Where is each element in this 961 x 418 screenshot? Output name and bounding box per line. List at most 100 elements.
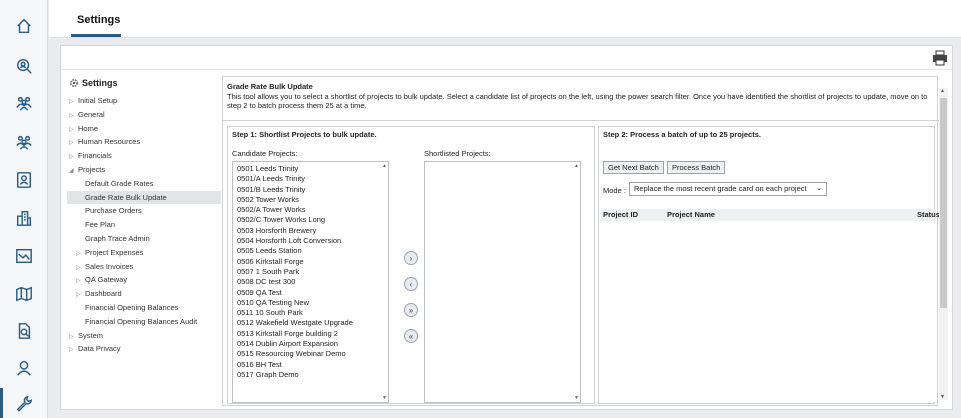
home-icon[interactable] bbox=[14, 16, 34, 36]
tree-item-human-resources[interactable]: ▷ Human Resources bbox=[69, 135, 140, 148]
list-item[interactable]: 0516 BH Test bbox=[233, 360, 388, 370]
tree-item-label: Financial Opening Balances Audit bbox=[85, 316, 198, 326]
scroll-up-icon[interactable]: ▲ bbox=[382, 163, 387, 169]
list-item[interactable]: 0502/A Tower Works bbox=[233, 205, 388, 215]
scroll-down-icon[interactable]: ▼ bbox=[940, 394, 945, 400]
scroll-up-icon[interactable]: ▲ bbox=[574, 163, 579, 169]
tree-item-default-grade-rates[interactable]: Default Grade Rates bbox=[85, 177, 153, 190]
tree-item-graph-trace-admin[interactable]: Graph Trace Admin bbox=[85, 232, 150, 245]
tree-item-general[interactable]: ▷ General bbox=[69, 108, 105, 121]
list-item[interactable]: 0515 Resourcing Webinar Demo bbox=[233, 349, 388, 359]
list-item[interactable]: 0501/A Leeds Trinity bbox=[233, 174, 388, 184]
list-item[interactable]: 0508 DC test 300 bbox=[233, 277, 388, 287]
tree-item-financials[interactable]: ▷ Financials bbox=[69, 149, 112, 162]
list-item[interactable]: 0513 Kirkstall Forge building 2 bbox=[233, 329, 388, 339]
tree-item-fee-plan[interactable]: Fee Plan bbox=[85, 218, 115, 231]
tree-item-label: Human Resources bbox=[78, 137, 141, 147]
tree-item-projects[interactable]: ◢ Projects bbox=[69, 163, 105, 176]
mode-label: Mode : bbox=[603, 186, 626, 195]
tree-item-sales-invoices[interactable]: ▷ Sales Invoices bbox=[76, 260, 133, 273]
list-item[interactable]: 0502/C Tower Works Long bbox=[233, 215, 388, 225]
list-item[interactable]: 0512 Wakefield Westgate Upgrade bbox=[233, 318, 388, 328]
tree-item-label: Financials bbox=[78, 151, 112, 161]
wrench-icon[interactable] bbox=[14, 394, 34, 414]
column-project-id[interactable]: Project ID bbox=[603, 209, 638, 221]
team-icon[interactable] bbox=[14, 93, 34, 113]
list-item[interactable]: 0505 Leeds Station bbox=[233, 246, 388, 256]
move-all-left-button[interactable]: « bbox=[404, 329, 418, 343]
scroll-up-icon[interactable]: ▲ bbox=[940, 88, 945, 94]
tab-settings[interactable]: Settings bbox=[77, 14, 120, 26]
move-all-right-button[interactable]: » bbox=[404, 303, 418, 317]
scrollbar-thumb[interactable] bbox=[940, 98, 947, 308]
tree-item-initial-setup[interactable]: ▷ Initial Setup bbox=[69, 94, 117, 107]
tree-item-label: Initial Setup bbox=[78, 96, 118, 105]
chart-icon[interactable] bbox=[14, 246, 34, 266]
search-people-icon[interactable] bbox=[14, 56, 34, 76]
batch-grid-body bbox=[601, 222, 936, 402]
contact-card-icon[interactable] bbox=[14, 170, 34, 190]
column-project-name[interactable]: Project Name bbox=[667, 209, 715, 221]
scroll-down-icon[interactable]: ▼ bbox=[574, 395, 579, 401]
tree-item-label: Data Privacy bbox=[78, 344, 121, 354]
tree-item-label: Graph Trace Admin bbox=[85, 234, 150, 243]
process-batch-button[interactable]: Process Batch bbox=[667, 161, 726, 174]
active-tab-underline bbox=[71, 34, 121, 37]
mode-select[interactable]: Replace the most recent grade card on ea… bbox=[629, 182, 827, 196]
list-item[interactable]: 0511 10 South Park bbox=[233, 308, 388, 318]
get-next-batch-button[interactable]: Get Next Batch bbox=[603, 161, 664, 174]
list-item[interactable]: 0501/B Leeds Trinity bbox=[233, 185, 388, 195]
gear-icon bbox=[70, 79, 78, 87]
tool-description-text: This tool allows you to select a shortli… bbox=[227, 91, 928, 111]
tree-item-qa-gateway[interactable]: ▷ QA Gateway bbox=[76, 273, 127, 286]
list-item[interactable]: 0501 Leeds Trinity bbox=[233, 164, 388, 174]
tree-item-data-privacy[interactable]: ▷ Data Privacy bbox=[69, 342, 121, 355]
tree-item-system[interactable]: ▷ System bbox=[69, 329, 103, 342]
tree-item-label: Default Grade Rates bbox=[85, 178, 154, 188]
print-icon[interactable] bbox=[932, 50, 948, 66]
list-item[interactable]: 0509 QA Test bbox=[233, 288, 388, 298]
tree-item-label: Project Expenses bbox=[85, 247, 144, 257]
move-left-button[interactable]: ‹ bbox=[404, 277, 418, 291]
content-area: Settings ▷ Initial Setup ▷ General ▷ Home ▷ Hum… bbox=[60, 45, 953, 410]
tree-item-project-expenses[interactable]: ▷ Project Expenses bbox=[76, 246, 143, 259]
candidate-projects-list[interactable]: 0501 Leeds Trinity 0501/A Leeds Trinity 05… bbox=[232, 161, 389, 403]
tree-item-grade-rate-bulk-update[interactable]: Grade Rate Bulk Update bbox=[67, 190, 221, 204]
tree-item-label: Fee Plan bbox=[85, 220, 116, 230]
list-item[interactable]: 0507 1 South Park bbox=[233, 267, 388, 277]
tree-item-dashboard[interactable]: ▷ Dashboard bbox=[76, 287, 122, 300]
expanded-arrow-icon: ◢ bbox=[69, 168, 74, 174]
map-icon[interactable] bbox=[14, 284, 34, 304]
tree-item-home[interactable]: ▷ Home bbox=[69, 122, 98, 135]
list-item[interactable]: 0514 Dublin Airport Expansion bbox=[233, 339, 388, 349]
tree-item-label: General bbox=[78, 109, 105, 119]
list-item[interactable]: 0506 Kirkstall Forge bbox=[233, 257, 388, 267]
tree-item-label: System bbox=[78, 330, 104, 340]
tree-item-financial-opening-balances-audit[interactable]: Financial Opening Balances Audit bbox=[85, 315, 197, 328]
user-icon[interactable] bbox=[14, 358, 34, 378]
mode-select-value: Replace the most recent grade card on ea… bbox=[634, 184, 807, 193]
settings-tree: Settings ▷ Initial Setup ▷ General ▷ Home ▷ Hum… bbox=[67, 76, 221, 406]
move-right-button[interactable]: › bbox=[404, 251, 418, 265]
list-item[interactable]: 0517 Graph Demo bbox=[233, 370, 388, 380]
buildings-icon[interactable] bbox=[14, 208, 34, 228]
scroll-down-icon[interactable]: ▼ bbox=[382, 395, 387, 401]
tree-item-label: Sales Invoices bbox=[85, 261, 134, 271]
list-item[interactable]: 0510 QA Testing New bbox=[233, 298, 388, 308]
tree-item-purchase-orders[interactable]: Purchase Orders bbox=[85, 204, 142, 217]
tree-item-financial-opening-balances[interactable]: Financial Opening Balances bbox=[85, 301, 178, 314]
top-header: Settings bbox=[49, 0, 961, 38]
list-item[interactable]: 0503 Horsforth Brewery bbox=[233, 226, 388, 236]
candidate-label: Candidate Projects: bbox=[232, 149, 298, 158]
toolbar bbox=[61, 46, 952, 70]
document-search-icon[interactable] bbox=[14, 321, 34, 341]
page-scrollbar[interactable]: ▲ ▼ bbox=[939, 88, 948, 400]
chevron-down-icon: ⌄ bbox=[816, 185, 822, 192]
list-item[interactable]: 0504 Horsforth Loft Conversion bbox=[233, 236, 388, 246]
group-icon[interactable] bbox=[14, 132, 34, 152]
shortlisted-projects-list[interactable]: ▲ ▼ bbox=[424, 161, 581, 403]
expand-arrow-icon: ▷ bbox=[69, 347, 74, 354]
column-status[interactable]: Status bbox=[917, 209, 940, 221]
step1-panel: Step 1: Shortlist Projects to bulk updat… bbox=[227, 126, 595, 404]
list-item[interactable]: 0502 Tower Works bbox=[233, 195, 388, 205]
